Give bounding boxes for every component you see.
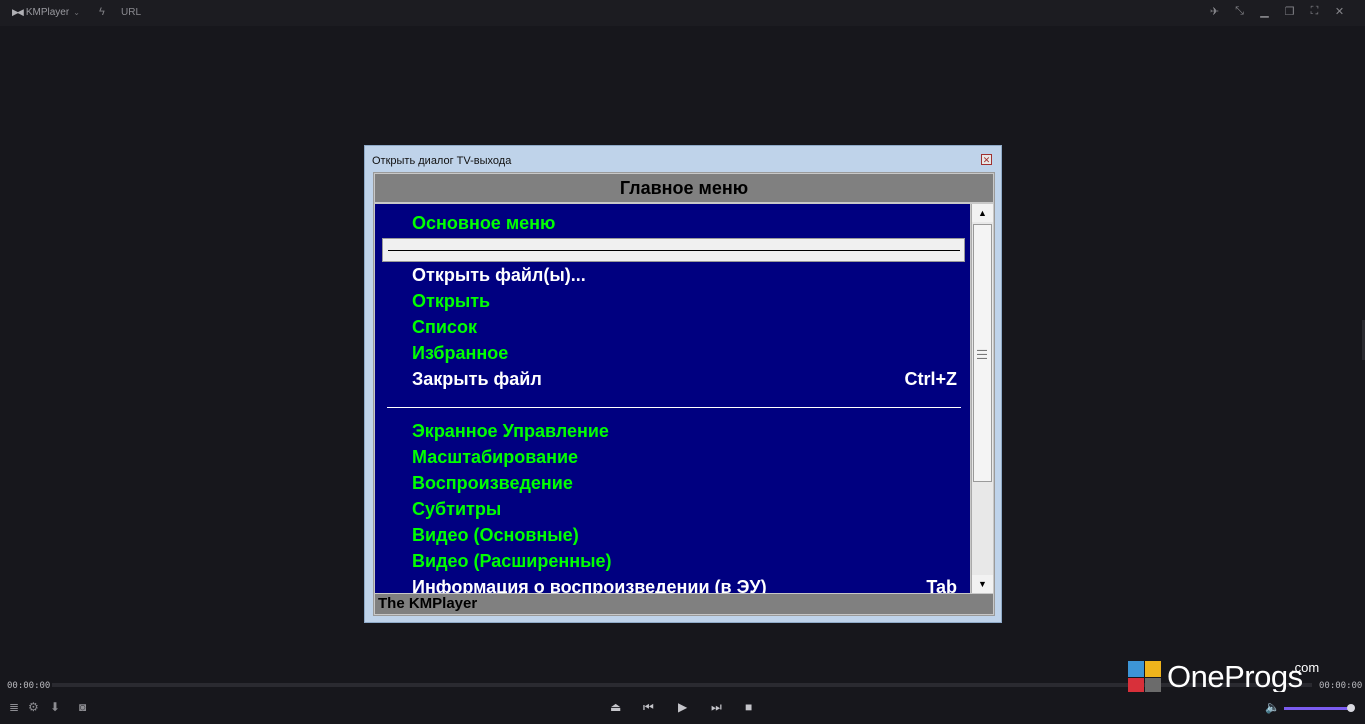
menu-item-favorites[interactable]: Избранное (412, 343, 508, 364)
time-total: 00:00:00 (1319, 681, 1363, 691)
capture-icon[interactable]: ⬇ (50, 700, 60, 714)
shortcut-close-file: Ctrl+Z (904, 369, 957, 389)
menu-item-osd-control[interactable]: Экранное Управление (412, 421, 609, 442)
prev-icon[interactable]: ⏮ (643, 700, 654, 715)
menu-separator (387, 407, 961, 408)
menu-item-scaling[interactable]: Масштабирование (412, 447, 578, 468)
km-logo-icon: ▶◀ (12, 7, 24, 17)
watermark: OneProgs (1128, 659, 1303, 695)
chevron-down-icon: ⌄ (73, 8, 80, 17)
play-icon[interactable]: ▶ (678, 700, 687, 714)
dialog-title: Открыть диалог TV-выхода (372, 155, 512, 167)
kmplayer-window: ▶◀ KMPlayer ⌄ ϟ URL ✈ ⤡ ▁ ❐ ⛶ ✕ Открыть … (0, 0, 1365, 724)
next-icon[interactable]: ⏭ (711, 700, 722, 715)
menu-item-playback-info[interactable]: Информация о воспроизведении (в ЭУ) (412, 577, 767, 593)
url-button[interactable]: URL (121, 7, 141, 18)
volume-knob[interactable] (1347, 704, 1355, 712)
menu-footer: The KMPlayer (375, 594, 993, 614)
selected-separator-row[interactable] (382, 238, 965, 262)
app-name: KMPlayer (25, 7, 70, 18)
tv-output-dialog: Открыть диалог TV-выхода ✕ Главное меню … (364, 145, 1002, 623)
grip-icon: — — — (977, 345, 987, 364)
scroll-down-icon[interactable]: ▼ (972, 575, 993, 593)
menu-item-open[interactable]: Открыть (412, 291, 490, 312)
fullscreen-icon[interactable]: ⛶ (1309, 5, 1320, 18)
menu-icon[interactable]: ≣ (9, 700, 19, 714)
menu-item-main[interactable]: Основное меню (412, 213, 555, 234)
lightning-icon[interactable]: ϟ (99, 6, 105, 18)
scroll-thumb[interactable]: — — — (973, 224, 992, 482)
volume-slider[interactable] (1284, 707, 1350, 710)
menu-item-playlist[interactable]: Список (412, 317, 477, 338)
menu-item-video-advanced[interactable]: Видео (Расширенные) (412, 551, 611, 572)
settings-icon[interactable]: ⚙ (28, 700, 39, 714)
menu-scrollbar[interactable]: ▲ — — — ▼ (971, 204, 993, 593)
menu-list[interactable]: Основное меню Открыть файл(ы)... Открыть… (375, 204, 970, 593)
eject-icon[interactable]: ⏏ (610, 700, 621, 714)
shortcut-playback-info: Tab (926, 577, 957, 593)
menu-item-playback[interactable]: Воспроизведение (412, 473, 573, 494)
menu-header: Главное меню (375, 174, 993, 202)
seek-bar[interactable] (52, 683, 1312, 687)
control-bar: ≣ ⚙ ⬇ ◙ ⏏ ⏮ ▶ ⏭ ■ 🔈 (0, 692, 1365, 724)
separator-line (388, 250, 960, 251)
watermark-text: OneProgs (1167, 659, 1303, 694)
shrink-icon[interactable]: ⤡ (1234, 5, 1245, 18)
close-icon[interactable]: ✕ (1334, 5, 1345, 18)
stop-icon[interactable]: ■ (745, 700, 752, 714)
dialog-close-button[interactable]: ✕ (981, 154, 992, 165)
app-menu-button[interactable]: ▶◀ KMPlayer ⌄ (12, 7, 80, 18)
time-elapsed: 00:00:00 (7, 681, 51, 691)
menu-frame: Главное меню Основное меню Открыть файл(… (373, 172, 995, 616)
title-bar: ▶◀ KMPlayer ⌄ ϟ URL ✈ ⤡ ▁ ❐ ⛶ ✕ (0, 0, 1365, 26)
window-controls: ✈ ⤡ ▁ ❐ ⛶ ✕ (1209, 5, 1345, 18)
vr-icon[interactable]: ◙ (79, 700, 86, 714)
pin-icon[interactable]: ✈ (1209, 5, 1220, 18)
watermark-suffix: .com (1291, 660, 1320, 675)
menu-item-video-basic[interactable]: Видео (Основные) (412, 525, 579, 546)
scroll-up-icon[interactable]: ▲ (972, 204, 993, 222)
restore-icon[interactable]: ❐ (1284, 5, 1295, 18)
menu-item-subtitles[interactable]: Субтитры (412, 499, 501, 520)
menu-item-close-file[interactable]: Закрыть файл (412, 369, 542, 390)
volume-icon[interactable]: 🔈 (1265, 700, 1280, 714)
windows-logo-icon (1128, 660, 1161, 694)
menu-item-open-files[interactable]: Открыть файл(ы)... (412, 265, 586, 286)
minimize-icon[interactable]: ▁ (1259, 5, 1270, 18)
